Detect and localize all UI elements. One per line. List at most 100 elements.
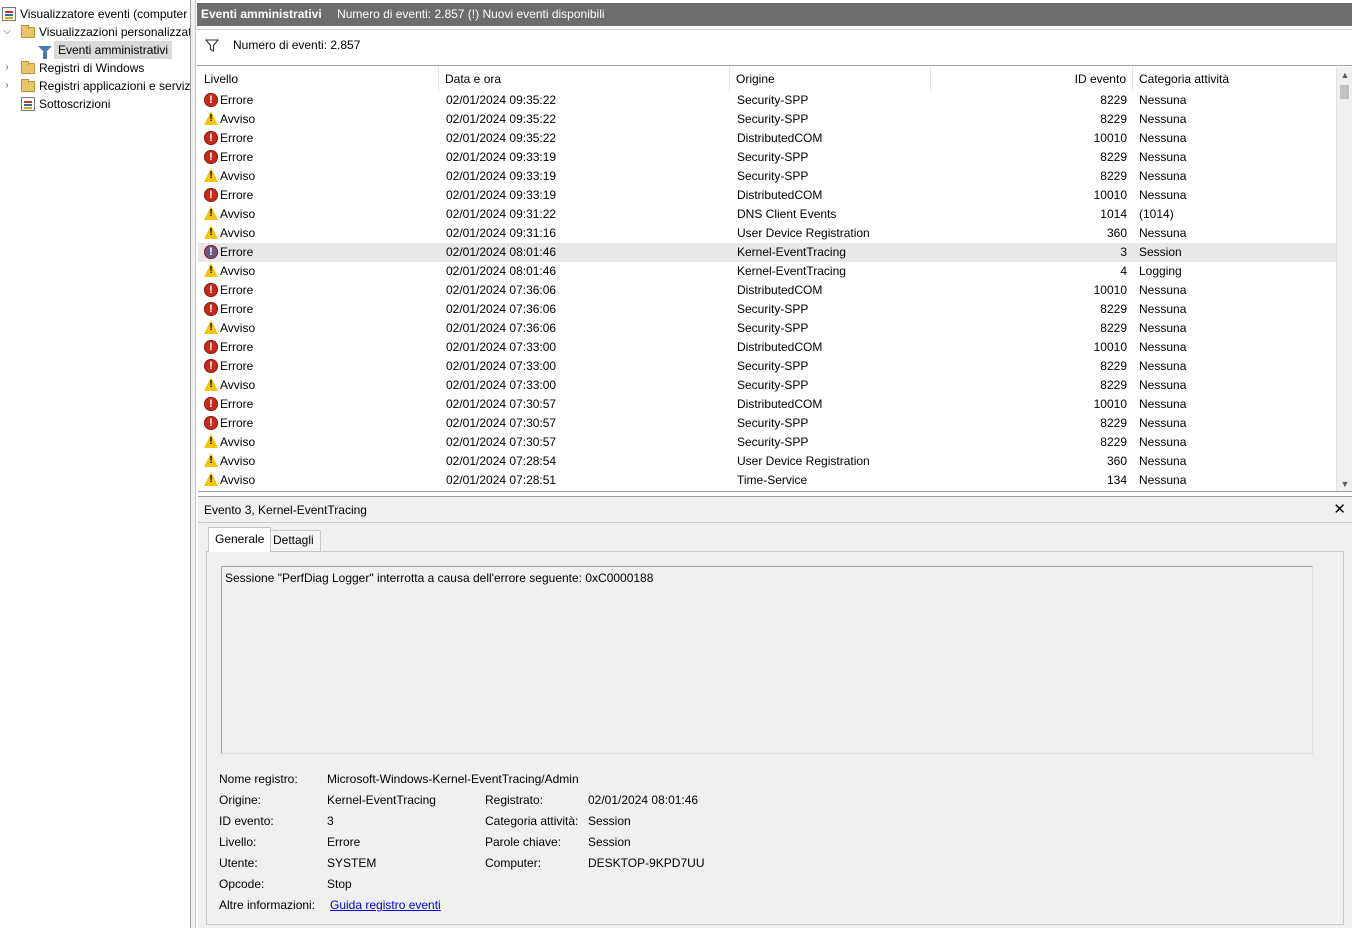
- table-row[interactable]: Avviso 02/01/2024 08:01:46 Kernel-EventTra…: [198, 262, 1336, 281]
- column-header-level[interactable]: Livello: [198, 67, 439, 91]
- table-row[interactable]: Errore 02/01/2024 07:30:57 Security-SPP 822…: [198, 414, 1336, 433]
- cell-category: Logging: [1139, 264, 1182, 278]
- scroll-down-icon[interactable]: ▼: [1337, 476, 1352, 491]
- cell-date: 02/01/2024 07:33:00: [446, 378, 557, 392]
- table-row[interactable]: Errore 02/01/2024 09:35:22 DistributedCOM 1…: [198, 129, 1336, 148]
- prop-value-category: Session: [588, 814, 631, 828]
- tab-details[interactable]: Dettagli: [266, 530, 321, 551]
- column-header-category[interactable]: Categoria attività: [1133, 67, 1336, 91]
- cell-level: Errore: [220, 245, 254, 259]
- tab-general[interactable]: Generale: [208, 527, 272, 552]
- cell-date: 02/01/2024 09:33:19: [446, 169, 557, 183]
- cell-id: 8229: [1100, 378, 1127, 392]
- subscriptions-icon: [21, 97, 35, 111]
- cell-source: Security-SPP: [737, 302, 809, 316]
- close-icon[interactable]: ✕: [1333, 500, 1346, 518]
- column-header-event-id[interactable]: ID evento: [931, 67, 1133, 91]
- table-row[interactable]: Errore 02/01/2024 07:36:06 DistributedCOM 1…: [198, 281, 1336, 300]
- cell-category: Nessuna: [1139, 359, 1187, 373]
- cell-source: Security-SPP: [737, 321, 809, 335]
- table-row[interactable]: Errore 02/01/2024 07:33:00 DistributedCOM 1…: [198, 338, 1336, 357]
- prop-label-category: Categoria attività:: [485, 814, 579, 828]
- chevron-down-icon[interactable]: ⌵: [2, 23, 12, 41]
- scroll-up-icon[interactable]: ▲: [1337, 67, 1352, 83]
- cell-date: 02/01/2024 07:36:06: [446, 321, 557, 335]
- prop-value-logged: 02/01/2024 08:01:46: [588, 793, 699, 807]
- cell-level: Avviso: [220, 435, 256, 449]
- table-row[interactable]: Avviso 02/01/2024 07:28:51 Time-Service 134…: [198, 471, 1336, 490]
- cell-source: Security-SPP: [737, 435, 809, 449]
- cell-level: Errore: [220, 283, 254, 297]
- vertical-scrollbar[interactable]: ▲ ▼: [1336, 67, 1352, 491]
- table-row[interactable]: Avviso 02/01/2024 07:30:57 Security-SPP 822…: [198, 433, 1336, 452]
- table-row[interactable]: Avviso 02/01/2024 07:28:54 User Device Reg…: [198, 452, 1336, 471]
- error-icon: [204, 397, 218, 411]
- warning-icon: [204, 434, 218, 448]
- error-icon: [204, 245, 218, 259]
- cell-level: Avviso: [220, 264, 256, 278]
- cell-category: Nessuna: [1139, 454, 1187, 468]
- table-row[interactable]: Errore 02/01/2024 08:01:46 Kernel-EventTra…: [198, 243, 1336, 262]
- scrollbar-thumb[interactable]: [1340, 85, 1349, 99]
- cell-level: Avviso: [220, 454, 256, 468]
- prop-label-more-info: Altre informazioni:: [219, 898, 316, 912]
- cell-category: (1014): [1139, 207, 1174, 221]
- cell-id: 10010: [1093, 340, 1127, 354]
- prop-label-log-name: Nome registro:: [219, 772, 298, 786]
- tree-label-subscriptions: Sottoscrizioni: [39, 97, 111, 111]
- table-row[interactable]: Errore 02/01/2024 09:35:22 Security-SPP 822…: [198, 91, 1336, 110]
- tree-label-custom-views: Visualizzazioni personalizzate: [39, 25, 190, 39]
- column-header-source[interactable]: Origine: [730, 67, 931, 91]
- tree-label-app-services: Registri applicazioni e servizi: [39, 79, 190, 93]
- prop-value-computer: DESKTOP-9KPD7UU: [588, 856, 705, 870]
- cell-id: 10010: [1093, 131, 1127, 145]
- table-row[interactable]: Avviso 02/01/2024 09:31:16 User Device Reg…: [198, 224, 1336, 243]
- pane-splitter[interactable]: [190, 0, 196, 928]
- cell-id: 10010: [1093, 283, 1127, 297]
- chevron-right-icon[interactable]: ›: [2, 59, 12, 77]
- cell-level: Errore: [220, 397, 254, 411]
- filter-icon: [38, 46, 52, 60]
- table-row[interactable]: Avviso 02/01/2024 07:33:00 Security-SPP 822…: [198, 376, 1336, 395]
- table-row[interactable]: Avviso 02/01/2024 09:31:22 DNS Client Even…: [198, 205, 1336, 224]
- table-row[interactable]: Errore 02/01/2024 07:36:06 Security-SPP 822…: [198, 300, 1336, 319]
- navigation-tree: Visualizzatore eventi (computer ⌵ Visual…: [0, 0, 190, 928]
- column-header-date[interactable]: Data e ora: [439, 67, 730, 91]
- event-viewer-icon: [2, 7, 16, 21]
- cell-date: 02/01/2024 09:33:19: [446, 150, 557, 164]
- cell-category: Session: [1139, 245, 1182, 259]
- events-table: Livello Data e ora Origine ID evento Cat…: [198, 67, 1352, 492]
- cell-id: 360: [1106, 454, 1127, 468]
- cell-category: Nessuna: [1139, 435, 1187, 449]
- prop-value-user: SYSTEM: [327, 856, 377, 870]
- table-row[interactable]: Avviso 02/01/2024 07:36:06 Security-SPP 822…: [198, 319, 1336, 338]
- table-row[interactable]: Errore 02/01/2024 09:33:19 DistributedCOM 1…: [198, 186, 1336, 205]
- warning-icon: [204, 453, 218, 467]
- cell-id: 4: [1120, 264, 1127, 278]
- table-row[interactable]: Avviso 02/01/2024 09:35:22 Security-SPP 822…: [198, 110, 1336, 129]
- event-description[interactable]: Sessione "PerfDiag Logger" interrotta a …: [221, 566, 1313, 754]
- cell-category: Nessuna: [1139, 131, 1187, 145]
- prop-value-opcode: Stop: [327, 877, 352, 891]
- cell-date: 02/01/2024 09:31:16: [446, 226, 557, 240]
- table-row[interactable]: Errore 02/01/2024 07:30:57 DistributedCOM 1…: [198, 395, 1336, 414]
- detail-title: Evento 3, Kernel-EventTracing: [204, 503, 367, 517]
- cell-level: Avviso: [220, 112, 256, 126]
- cell-category: Nessuna: [1139, 93, 1187, 107]
- cell-category: Nessuna: [1139, 340, 1187, 354]
- table-row[interactable]: Errore 02/01/2024 07:33:00 Security-SPP 822…: [198, 357, 1336, 376]
- warning-icon: [204, 206, 218, 220]
- cell-id: 3: [1120, 245, 1127, 259]
- cell-level: Errore: [220, 150, 254, 164]
- cell-level: Avviso: [220, 169, 256, 183]
- detail-title-bar: Evento 3, Kernel-EventTracing ✕: [198, 497, 1352, 523]
- table-row[interactable]: Avviso 02/01/2024 09:33:19 Security-SPP 822…: [198, 167, 1336, 186]
- table-row[interactable]: Errore 02/01/2024 09:33:19 Security-SPP 822…: [198, 148, 1336, 167]
- prop-value-level: Errore: [327, 835, 361, 849]
- cell-category: Nessuna: [1139, 150, 1187, 164]
- cell-level: Errore: [220, 359, 254, 373]
- chevron-right-icon[interactable]: ›: [2, 77, 12, 95]
- help-link[interactable]: Guida registro eventi: [330, 896, 441, 914]
- cell-date: 02/01/2024 07:30:57: [446, 397, 557, 411]
- cell-date: 02/01/2024 09:35:22: [446, 93, 557, 107]
